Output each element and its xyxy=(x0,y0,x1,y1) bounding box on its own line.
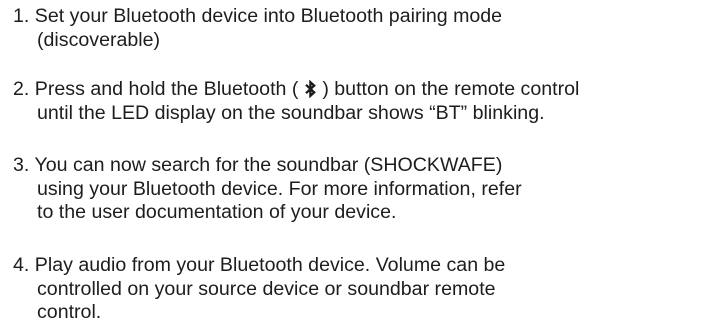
step-3-number: 3. xyxy=(13,154,30,176)
step-3-text-3: to the user documentation of your device… xyxy=(37,201,397,223)
step-4-text-1: Play audio from your Bluetooth device. V… xyxy=(34,254,506,276)
step-2-text-2: until the LED display on the soundbar sh… xyxy=(37,101,545,124)
step-1-line-1: 1. Set your Bluetooth device into Blueto… xyxy=(0,5,502,29)
step-1: 1. Set your Bluetooth device into Blueto… xyxy=(0,5,502,52)
step-1-text-1: Set your Bluetooth device into Bluetooth… xyxy=(34,5,503,27)
step-2: 2. Press and hold the Bluetooth ( ) butt… xyxy=(0,78,579,125)
step-4: 4. Play audio from your Bluetooth device… xyxy=(0,254,505,325)
step-4-text-2: controlled on your source device or soun… xyxy=(37,277,496,300)
step-4-line-1: 4. Play audio from your Bluetooth device… xyxy=(0,254,505,278)
step-2-line-1: 2. Press and hold the Bluetooth ( ) butt… xyxy=(0,78,579,102)
step-3: 3. You can now search for the soundbar (… xyxy=(0,154,522,225)
step-1-number: 1. xyxy=(13,5,30,27)
bluetooth-icon xyxy=(304,80,317,98)
step-2-text-after-icon: ) button on the remote control xyxy=(322,78,580,100)
step-3-line-1: 3. You can now search for the soundbar (… xyxy=(0,154,522,178)
step-2-text-before-icon: Press and hold the Bluetooth ( xyxy=(34,78,299,100)
step-3-text-2: using your Bluetooth device. For more in… xyxy=(37,177,522,200)
step-2-number: 2. xyxy=(13,78,30,100)
step-4-number: 4. xyxy=(13,254,30,276)
step-3-text-1: You can now search for the soundbar (SHO… xyxy=(34,154,503,176)
step-1-text-2: (discoverable) xyxy=(37,28,161,51)
instruction-list: 1. Set your Bluetooth device into Blueto… xyxy=(0,0,705,334)
step-4-text-3: control. xyxy=(37,301,102,323)
